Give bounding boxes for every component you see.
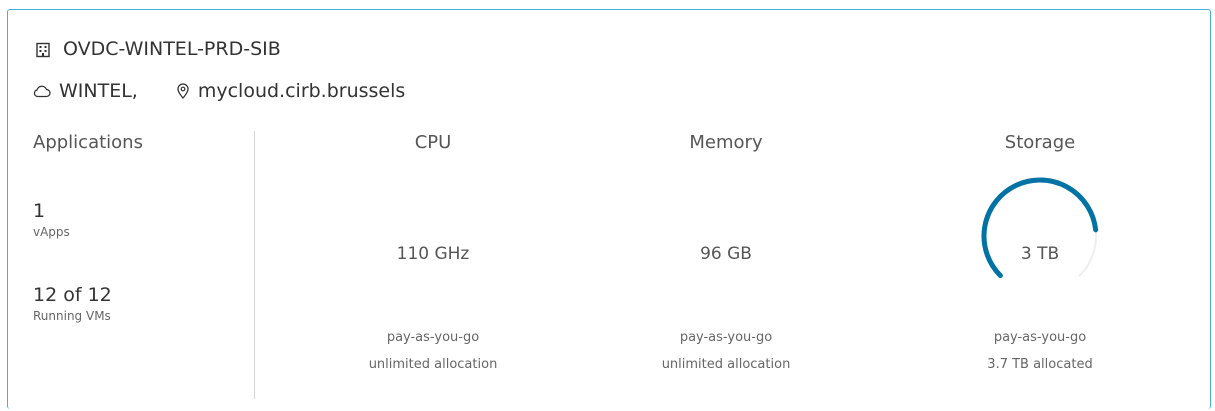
vdc-title-row: OVDC-WINTEL-PRD-SIB xyxy=(35,38,281,60)
running-vms-count: 12 of 12 xyxy=(33,284,112,306)
memory-metric: Memory 96 GB pay-as-you-go unlimited all… xyxy=(596,132,856,372)
applications-header: Applications xyxy=(33,132,143,153)
memory-allocation-model: pay-as-you-go xyxy=(679,330,773,345)
cpu-allocation: unlimited allocation xyxy=(368,357,498,372)
org-info: WINTEL, xyxy=(33,80,138,102)
vapps-stat: 1 vApps xyxy=(33,200,70,239)
site-info: mycloud.cirb.brussels xyxy=(176,80,405,102)
applications-section: Applications 1 vApps 12 of 12 Running VM… xyxy=(33,132,143,323)
section-divider xyxy=(254,131,255,399)
location-pin-icon xyxy=(177,83,189,99)
storage-metric: Storage 3 TB pay-as-you-go 3.7 TB alloca… xyxy=(910,132,1170,372)
vdc-location-row: WINTEL, mycloud.cirb.brussels xyxy=(33,80,405,102)
vapps-count: 1 xyxy=(33,200,46,222)
vdc-name[interactable]: OVDC-WINTEL-PRD-SIB xyxy=(63,38,281,60)
memory-header: Memory xyxy=(689,132,763,153)
cpu-header: CPU xyxy=(414,132,452,153)
memory-allocation: unlimited allocation xyxy=(661,357,791,372)
storage-allocation: 3.7 TB allocated xyxy=(987,357,1093,372)
storage-allocation-model: pay-as-you-go xyxy=(993,330,1087,345)
vdc-card[interactable]: OVDC-WINTEL-PRD-SIB WINTEL, mycloud.cirb… xyxy=(7,9,1211,409)
memory-value: 96 GB xyxy=(700,244,752,264)
storage-usage-gauge xyxy=(981,177,1099,279)
cpu-allocation-model: pay-as-you-go xyxy=(386,330,480,345)
org-name: WINTEL, xyxy=(59,80,138,102)
site-name: mycloud.cirb.brussels xyxy=(197,80,406,102)
storage-value: 3 TB xyxy=(1020,244,1060,264)
storage-header: Storage xyxy=(1004,132,1076,153)
cpu-metric: CPU 110 GHz pay-as-you-go unlimited allo… xyxy=(303,132,563,372)
cloud-icon xyxy=(33,85,51,98)
running-vms-stat: 12 of 12 Running VMs xyxy=(33,284,112,323)
cpu-value: 110 GHz xyxy=(396,244,470,264)
running-vms-label: Running VMs xyxy=(33,309,111,323)
building-icon xyxy=(35,41,51,58)
vapps-label: vApps xyxy=(33,225,70,239)
